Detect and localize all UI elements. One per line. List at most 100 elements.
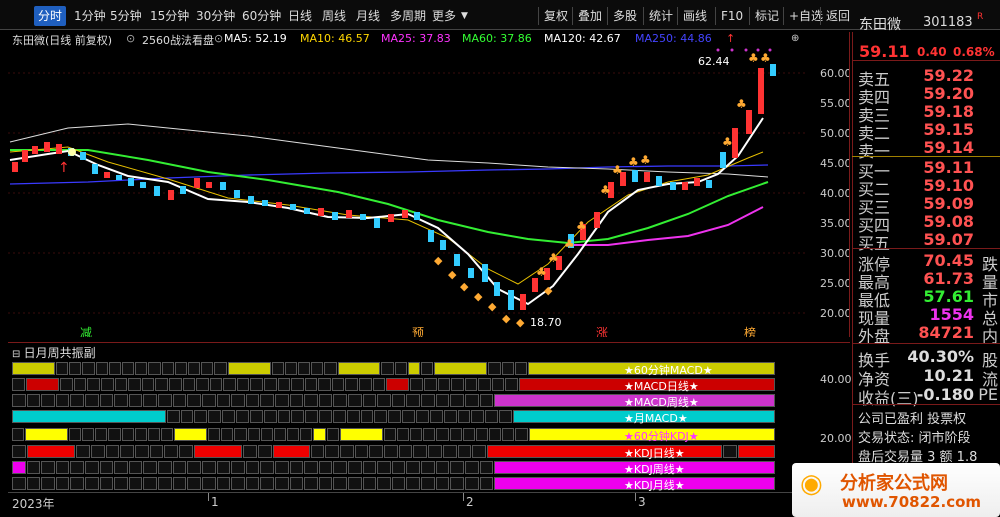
tab-5min[interactable]: 5分钟	[110, 6, 142, 26]
bid-row: 买一 59.11	[858, 158, 974, 181]
stat-row: 最低 57.61 市	[858, 287, 998, 310]
svg-text:◆: ◆	[488, 300, 497, 313]
price-axis: 60.00 55.00 50.00 45.00 40.00 35.00 30.0…	[820, 62, 850, 337]
resonance-indicator-panel[interactable]: ⊟ 日月周共振副 ★60分钟MACD★ ★MACD日线★ ★MACD周线★ ★月…	[8, 342, 852, 492]
x-tick: 2023年	[12, 497, 55, 511]
draw-button[interactable]: 画线	[677, 7, 707, 25]
svg-text:♣: ♣	[612, 163, 623, 177]
last-price: 59.11	[859, 42, 910, 61]
svg-text:♣: ♣	[722, 135, 733, 149]
tab-more[interactable]: 更多	[432, 6, 456, 26]
candles	[12, 64, 776, 310]
svg-text:◆: ◆	[502, 312, 511, 325]
svg-text:♣: ♣	[628, 155, 639, 169]
adjust-button[interactable]: 复权	[538, 7, 568, 25]
extra-row: 收益(三) -0.180 PE	[858, 385, 998, 408]
ma60-line	[10, 149, 769, 245]
y-tick: 50.00	[820, 127, 850, 140]
globe-icon: ◉	[800, 469, 823, 499]
y-tick: 20.00	[820, 307, 850, 320]
price-change-pct: 0.68%	[953, 45, 995, 59]
y-tick: 60.00	[820, 67, 850, 80]
date-axis: 2023年 1 2 3	[8, 492, 850, 514]
price-change: 0.40	[917, 45, 947, 59]
svg-text:◆: ◆	[434, 254, 443, 267]
chevron-down-icon[interactable]: ▼	[461, 6, 468, 26]
tab-30min[interactable]: 30分钟	[196, 6, 235, 26]
y-tick: 40.00	[820, 373, 852, 386]
x-tick: 1	[211, 495, 219, 509]
high-price-marker: 62.44	[698, 55, 730, 68]
stats-button[interactable]: 统计	[643, 7, 673, 25]
svg-text:♣: ♣	[600, 183, 611, 197]
overlay-button[interactable]: 叠加	[572, 7, 602, 25]
tab-60min[interactable]: 60分钟	[242, 6, 281, 26]
signal-warn: 预	[412, 326, 425, 337]
tab-1min[interactable]: 1分钟	[74, 6, 106, 26]
ask-row: 卖五 59.22	[858, 66, 974, 89]
y-tick: 20.00	[820, 432, 852, 445]
y-tick: 35.00	[820, 217, 850, 230]
tab-15min[interactable]: 15分钟	[150, 6, 189, 26]
svg-text:◆: ◆	[448, 268, 457, 281]
ask-row: 卖四 59.20	[858, 84, 974, 107]
stat-row: 涨停 70.45 跌	[858, 251, 998, 274]
x-tick: 3	[638, 495, 646, 509]
svg-text:♣: ♣	[548, 251, 559, 265]
extra-row: 净资 10.21 流	[858, 366, 998, 389]
row-label: ★60分钟MACD★	[624, 364, 713, 377]
row-label: ★KDJ日线★	[624, 447, 685, 460]
ma5-line	[9, 117, 764, 306]
svg-text:◆: ◆	[474, 290, 483, 303]
signal-reduce: 减	[80, 326, 93, 337]
multi-stock-button[interactable]: 多股	[607, 7, 637, 25]
candlestick-chart[interactable]: 东田微(日线 前复权) ⊙ 2560战法看盘 ⊙ MA5: 52.19 MA10…	[8, 32, 850, 337]
mark-button[interactable]: 标记	[749, 7, 779, 25]
svg-text:♣: ♣	[536, 265, 547, 279]
collapse-icon[interactable]: ⊟	[12, 349, 24, 360]
logo-title: 分析家公式网	[840, 473, 948, 494]
tab-weekly[interactable]: 周线	[322, 6, 346, 26]
tab-intraday[interactable]: 分时	[34, 6, 67, 26]
add-watchlist-button[interactable]: +自选	[783, 7, 823, 25]
bid-row: 买二 59.10	[858, 176, 974, 199]
tab-monthly[interactable]: 月线	[356, 6, 380, 26]
back-button[interactable]: 返回	[820, 7, 850, 25]
y-tick: 40.00	[820, 187, 850, 200]
tab-daily[interactable]: 日线	[288, 6, 312, 26]
svg-text:♣: ♣	[748, 51, 759, 65]
svg-text:◆: ◆	[516, 316, 525, 329]
bid-row: 买三 59.09	[858, 194, 974, 217]
trading-status: 交易状态: 闭市阶段	[858, 431, 971, 446]
svg-text:♣: ♣	[640, 153, 651, 167]
svg-text:♣: ♣	[736, 97, 747, 111]
stock-code: 301183	[923, 15, 973, 30]
bid-row: 买五 59.07	[858, 230, 974, 253]
tab-multi-period[interactable]: 多周期	[390, 6, 426, 26]
stock-name: 东田微	[859, 17, 901, 33]
row-label: ★MACD周线★	[624, 396, 699, 409]
company-note: 公司已盈利 投票权	[858, 412, 967, 427]
row-label: ★KDJ月线★	[624, 479, 685, 492]
bid-row: 买四 59.08	[858, 212, 974, 235]
indicator-title: ⊟ 日月周共振副	[12, 346, 96, 360]
svg-text:♣: ♣	[576, 219, 587, 233]
logo-url: www.70822.com	[842, 493, 982, 511]
price-plot: ♣♣♣ ♣♣♣ ♣ ♣♣ ♣♣ ♣ ◆◆◆ ◆◆◆ ◆◆ ↑	[8, 48, 808, 329]
ask-row: 卖三 59.18	[858, 102, 974, 125]
margin-flag: R	[977, 12, 984, 22]
row-label: ★60分钟KDJ★	[624, 430, 699, 443]
svg-text:♣: ♣	[760, 51, 771, 65]
signal-rise: 涨	[596, 326, 609, 337]
row-label: ★KDJ周线★	[624, 463, 685, 476]
y-tick: 45.00	[820, 157, 850, 170]
row-label: ★MACD日线★	[624, 380, 699, 393]
stat-row: 现量 1554 总	[858, 305, 998, 328]
ma120-line	[9, 123, 769, 178]
f10-button[interactable]: F10	[715, 7, 743, 25]
low-price-marker: 18.70	[530, 316, 562, 329]
svg-text:◆: ◆	[460, 280, 469, 293]
ask-row: 卖一 59.14	[858, 138, 974, 161]
svg-text:◆: ◆	[544, 284, 553, 297]
row-label: ★月MACD★	[624, 412, 688, 425]
